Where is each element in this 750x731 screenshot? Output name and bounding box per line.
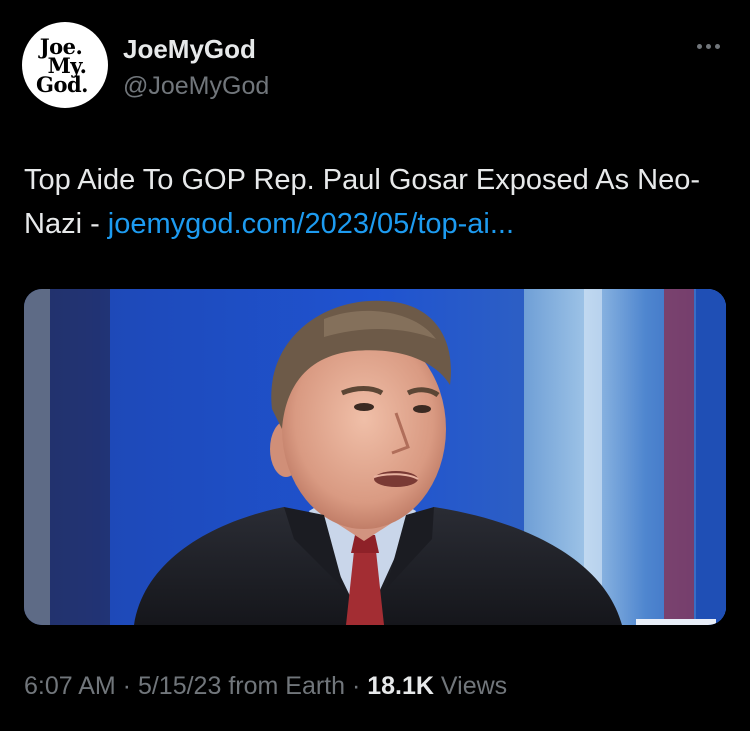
media-illustration bbox=[24, 289, 726, 625]
tweet-link[interactable]: joemygod.com/2023/05/top-ai... bbox=[108, 208, 514, 240]
avatar-logo-line: God. bbox=[36, 71, 88, 97]
more-dot bbox=[705, 43, 711, 49]
tweet-media-image[interactable] bbox=[24, 289, 726, 625]
meta-separator: · bbox=[115, 672, 138, 700]
meta-separator: · bbox=[345, 672, 368, 700]
tweet-meta: 6:07 AM · 5/15/23 from Earth · 18.1K Vie… bbox=[24, 672, 507, 701]
more-dot bbox=[696, 43, 702, 49]
more-dot bbox=[714, 43, 720, 49]
views-label: Views bbox=[433, 672, 508, 700]
tweet-date[interactable]: 5/15/23 bbox=[138, 672, 221, 700]
tweet-source: from Earth bbox=[221, 672, 346, 700]
more-horizontal-icon[interactable] bbox=[688, 34, 728, 58]
tweet-time[interactable]: 6:07 AM bbox=[24, 672, 116, 700]
author-handle[interactable]: @JoeMyGod bbox=[123, 72, 269, 101]
avatar[interactable]: Joe. My. God. bbox=[22, 22, 108, 108]
author-display-name[interactable]: JoeMyGod bbox=[123, 34, 256, 65]
tweet-text: Top Aide To GOP Rep. Paul Gosar Exposed … bbox=[24, 158, 724, 246]
tweet-card: Joe. My. God. JoeMyGod @JoeMyGod Top Aid… bbox=[0, 0, 750, 731]
views-count[interactable]: 18.1K bbox=[367, 672, 434, 700]
